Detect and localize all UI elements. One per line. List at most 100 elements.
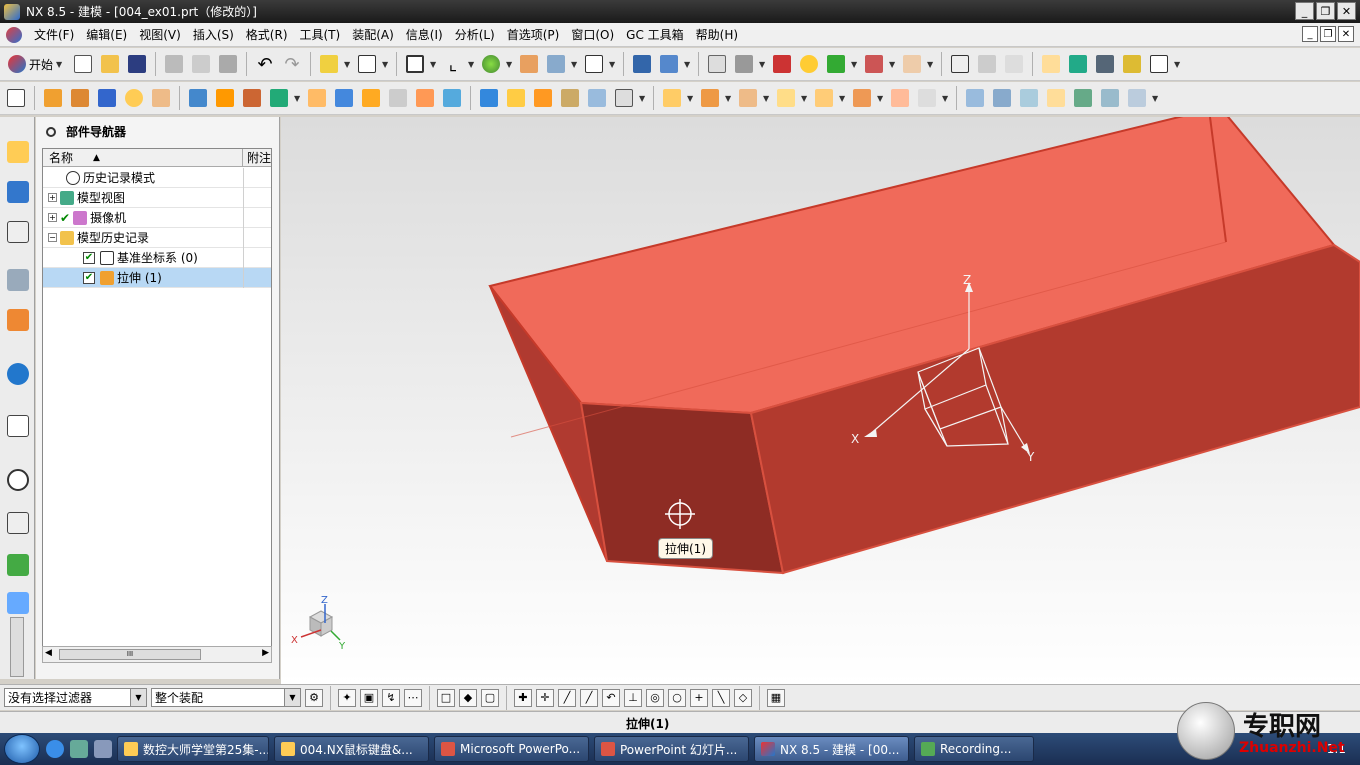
hammer-button[interactable] [1093,52,1117,76]
command-finder-button[interactable] [355,52,379,76]
unite-button[interactable] [240,86,264,110]
windows-start-icon[interactable] [4,734,40,764]
fit-view-button[interactable] [403,52,427,76]
start-button[interactable]: 开始 ▼ [4,52,68,76]
web-browser-tab-icon[interactable] [7,363,29,385]
menu-insert[interactable]: 插入(S) [187,26,240,43]
assembly-navigator-button[interactable] [948,52,972,76]
snap-button[interactable] [770,52,794,76]
tree-row-model-history[interactable]: − 模型历史记录 [43,228,271,248]
snap-endpoint-icon[interactable]: ✚ [514,688,532,707]
abc-button[interactable] [1147,52,1171,76]
history-clock-icon[interactable] [7,469,29,491]
subtract-button[interactable] [267,86,291,110]
snap-curve-icon[interactable]: ╲ [712,688,730,707]
taskbar-item[interactable]: 数控大师学堂第25集-... [117,736,269,762]
chevron-down-icon[interactable]: ▼ [130,689,146,706]
navigator-hscrollbar[interactable]: ◀ III ▶ [42,646,272,663]
switch-windows-icon[interactable] [94,740,112,758]
menu-info[interactable]: 信息(I) [400,26,449,43]
grid-button[interactable] [862,52,886,76]
chamfer-button[interactable] [359,86,383,110]
sync-e-button[interactable] [812,86,836,110]
menu-gc-toolkit[interactable]: GC 工具箱 [620,26,690,43]
copy-button[interactable] [189,52,213,76]
curve-rule-icon[interactable]: ↯ [382,688,400,707]
menu-assembly[interactable]: 装配(A) [346,26,400,43]
expand-icon[interactable]: + [48,213,57,222]
taskbar-item[interactable]: PowerPoint 幻灯片... [594,736,749,762]
new-file-button[interactable] [71,52,95,76]
doc-close-button[interactable]: ✕ [1338,26,1354,42]
layer-settings-button[interactable] [705,52,729,76]
taskbar-item[interactable]: Recording... [914,736,1034,762]
trim-body-button[interactable] [305,86,329,110]
tool-b-button[interactable] [1120,52,1144,76]
graphics-window[interactable]: Z X Y Z X Y 拉伸(1) [281,117,1360,684]
boss-button[interactable] [149,86,173,110]
redo-button[interactable]: ↷ [280,52,304,76]
surface-e-button[interactable] [1071,86,1095,110]
pin-icon[interactable] [46,126,56,137]
scroll-thumb[interactable]: III [59,649,201,660]
measure-button[interactable] [732,52,756,76]
solid-f-button[interactable] [612,86,636,110]
sync-b-button[interactable] [698,86,722,110]
surface-d-button[interactable] [1044,86,1068,110]
sync-h-button[interactable] [915,86,939,110]
part-navigator-tab-icon[interactable] [7,221,29,243]
sync-g-button[interactable] [888,86,912,110]
snap-existing-icon[interactable]: + [690,688,708,707]
tree-row-history-mode[interactable]: 历史记录模式 [43,168,271,188]
feature-selection-icon[interactable]: ✦ [338,688,356,707]
close-button[interactable]: ✕ [1337,2,1356,20]
eraser-button[interactable] [1039,52,1063,76]
surface-a-button[interactable] [963,86,987,110]
snap-arc-icon[interactable]: ↶ [602,688,620,707]
feature-checkbox[interactable]: ✔ [83,251,95,264]
tree-row-extrude[interactable]: ✔ 拉伸 (1) [43,268,271,288]
snap-slash-icon[interactable]: ╱ [580,688,598,707]
undo-button[interactable]: ↶ [253,52,277,76]
snap-face-icon[interactable]: ◇ [734,688,752,707]
orient-view-button[interactable]: ⌞ [441,52,465,76]
shell-button[interactable] [386,86,410,110]
tree-row-cameras[interactable]: + ✔ 摄像机 [43,208,271,228]
block-button[interactable] [95,86,119,110]
hd3d-tools-tab-icon[interactable] [7,309,29,331]
sync-a-button[interactable] [660,86,684,110]
pattern-button[interactable] [213,86,237,110]
column-header-name[interactable]: 名称 ▲ [43,149,243,166]
tool-a-button[interactable] [1066,52,1090,76]
show-desktop-icon[interactable] [70,740,88,758]
select-all-icon[interactable]: ⋯ [404,688,422,707]
rectangle-select-icon[interactable]: □ [437,688,455,707]
restore-button[interactable]: ❐ [1316,2,1335,20]
taskbar-item-active[interactable]: NX 8.5 - 建模 - [00... [754,736,909,762]
sync-d-button[interactable] [774,86,798,110]
analysis-button[interactable] [797,52,821,76]
solid-b-button[interactable] [504,86,528,110]
constraint-navigator-tab-icon[interactable] [7,181,29,203]
wcs-button[interactable] [544,52,568,76]
manufacturing-wizards-tab-icon[interactable] [7,554,29,576]
edge-blend-button[interactable] [332,86,356,110]
assembly-navigator-tab-icon[interactable] [7,141,29,163]
offset-face-button[interactable] [440,86,464,110]
wave-button[interactable] [657,52,681,76]
collapse-icon[interactable]: − [48,233,57,242]
menu-format[interactable]: 格式(R) [240,26,294,43]
ruler-button[interactable] [900,52,924,76]
type-filter-combo[interactable]: 没有选择过滤器 ▼ [4,688,147,707]
menu-help[interactable]: 帮助(H) [690,26,744,43]
snap-center-icon[interactable]: ◎ [646,688,664,707]
render-style-button[interactable] [479,52,503,76]
revolve-button[interactable] [68,86,92,110]
resource-bar-scroll[interactable] [10,617,24,677]
selection-scope-combo[interactable]: 整个装配 ▼ [151,688,301,707]
column-header-note[interactable]: 附注 [243,149,271,166]
roles-tab-icon[interactable] [7,592,29,614]
solid-e-button[interactable] [585,86,609,110]
open-file-button[interactable] [98,52,122,76]
snap-intersect-icon[interactable]: ⊥ [624,688,642,707]
